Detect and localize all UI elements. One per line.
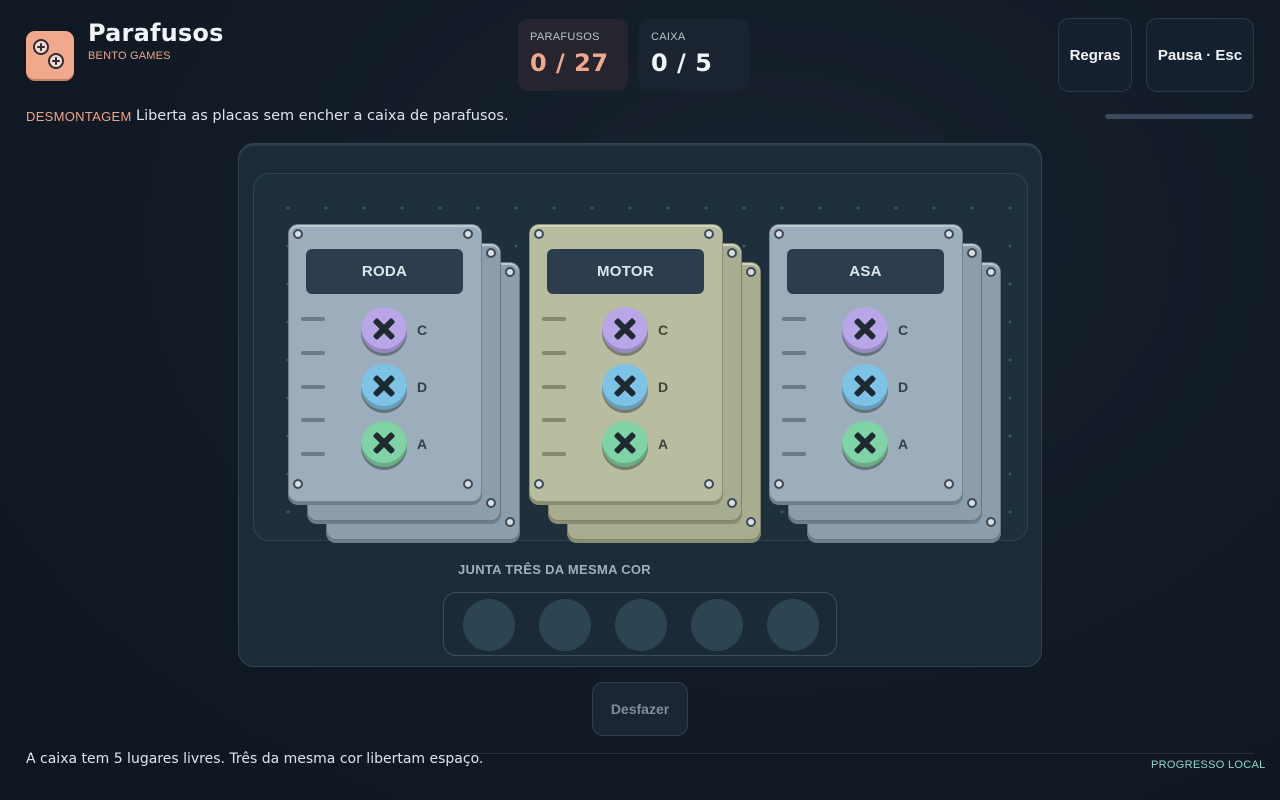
rivet-icon <box>986 517 996 527</box>
screw-letter-label: D <box>417 379 428 395</box>
screw-c[interactable] <box>602 307 648 353</box>
rules-button[interactable]: Regras <box>1058 18 1132 92</box>
screws-stat-value: 0 / 27 <box>530 49 609 77</box>
plate-slot <box>782 385 806 389</box>
mode-tag: DESMONTAGEM <box>26 109 132 124</box>
screw-letter-label: A <box>658 436 669 452</box>
rivet-icon <box>967 498 977 508</box>
plate-slot <box>782 351 806 355</box>
screw-c[interactable] <box>842 307 888 353</box>
rivet-icon <box>486 248 496 258</box>
rivet-icon <box>774 479 784 489</box>
rivet-icon <box>463 479 473 489</box>
rivet-icon <box>986 267 996 277</box>
tray-title: JUNTA TRÊS DA MESMA COR <box>458 562 651 577</box>
rivet-icon <box>746 267 756 277</box>
plate-slot <box>301 452 325 456</box>
box-stat-value: 0 / 5 <box>651 49 713 77</box>
screw-d[interactable] <box>602 364 648 410</box>
rivet-icon <box>727 248 737 258</box>
screw-a[interactable] <box>361 421 407 467</box>
screws-stat-card: PARAFUSOS 0 / 27 <box>518 19 628 91</box>
rivet-icon <box>293 229 303 239</box>
tray-slot <box>615 599 667 651</box>
tray-slot <box>539 599 591 651</box>
rivet-icon <box>505 267 515 277</box>
tray-slot <box>767 599 819 651</box>
progress-bar <box>1105 114 1253 119</box>
rivet-icon <box>534 479 544 489</box>
plate-roda: RODA C D A <box>288 224 482 502</box>
undo-button[interactable]: Desfazer <box>592 682 688 736</box>
screw-d[interactable] <box>361 364 407 410</box>
pause-button[interactable]: Pausa · Esc <box>1146 18 1254 92</box>
plate-slot <box>782 317 806 321</box>
plate-label: ASA <box>787 249 944 294</box>
rivet-icon <box>505 517 515 527</box>
screw-letter-label: D <box>898 379 909 395</box>
screw-a[interactable] <box>602 421 648 467</box>
plate-slot <box>542 317 566 321</box>
box-stat-label: CAIXA <box>651 31 686 43</box>
plate-motor: MOTOR C D A <box>529 224 723 502</box>
screw-mini-icon <box>48 53 64 69</box>
plate-slot <box>301 317 325 321</box>
rivet-icon <box>704 229 714 239</box>
app-logo-icon <box>26 31 74 79</box>
tray-slot <box>691 599 743 651</box>
plate-slot <box>782 418 806 422</box>
plate-label: MOTOR <box>547 249 704 294</box>
footer-storage-tag: PROGRESSO LOCAL <box>1151 759 1266 771</box>
screw-mini-icon <box>33 39 49 55</box>
screw-c[interactable] <box>361 307 407 353</box>
screw-letter-label: C <box>417 322 428 338</box>
screw-a[interactable] <box>842 421 888 467</box>
rivet-icon <box>704 479 714 489</box>
plate-asa: ASA C D A <box>769 224 963 502</box>
rivet-icon <box>293 479 303 489</box>
rivet-icon <box>463 229 473 239</box>
app-title: Parafusos <box>88 19 224 47</box>
plate-slot <box>542 418 566 422</box>
rivet-icon <box>727 498 737 508</box>
tray-slot <box>463 599 515 651</box>
app-subtitle: BENTO GAMES <box>88 50 171 62</box>
rivet-icon <box>534 229 544 239</box>
plate-slot <box>542 351 566 355</box>
rivet-icon <box>967 248 977 258</box>
screw-tray <box>443 592 837 656</box>
rivet-icon <box>486 498 496 508</box>
footer-divider <box>460 753 1254 754</box>
footer-hint: A caixa tem 5 lugares livres. Três da me… <box>26 751 484 767</box>
plate-label: RODA <box>306 249 463 294</box>
plate-slot <box>301 385 325 389</box>
screw-letter-label: C <box>898 322 909 338</box>
rivet-icon <box>774 229 784 239</box>
rivet-icon <box>944 479 954 489</box>
rivet-icon <box>944 229 954 239</box>
plate-slot <box>782 452 806 456</box>
plate-slot <box>301 418 325 422</box>
plate-slot <box>301 351 325 355</box>
screws-stat-label: PARAFUSOS <box>530 31 600 43</box>
box-stat-card: CAIXA 0 / 5 <box>639 19 749 91</box>
screw-d[interactable] <box>842 364 888 410</box>
plate-slot <box>542 452 566 456</box>
screw-letter-label: A <box>898 436 909 452</box>
rivet-icon <box>746 517 756 527</box>
screw-letter-label: A <box>417 436 428 452</box>
screw-letter-label: D <box>658 379 669 395</box>
plate-slot <box>542 385 566 389</box>
mode-description: Liberta as placas sem encher a caixa de … <box>136 108 509 124</box>
screw-letter-label: C <box>658 322 669 338</box>
